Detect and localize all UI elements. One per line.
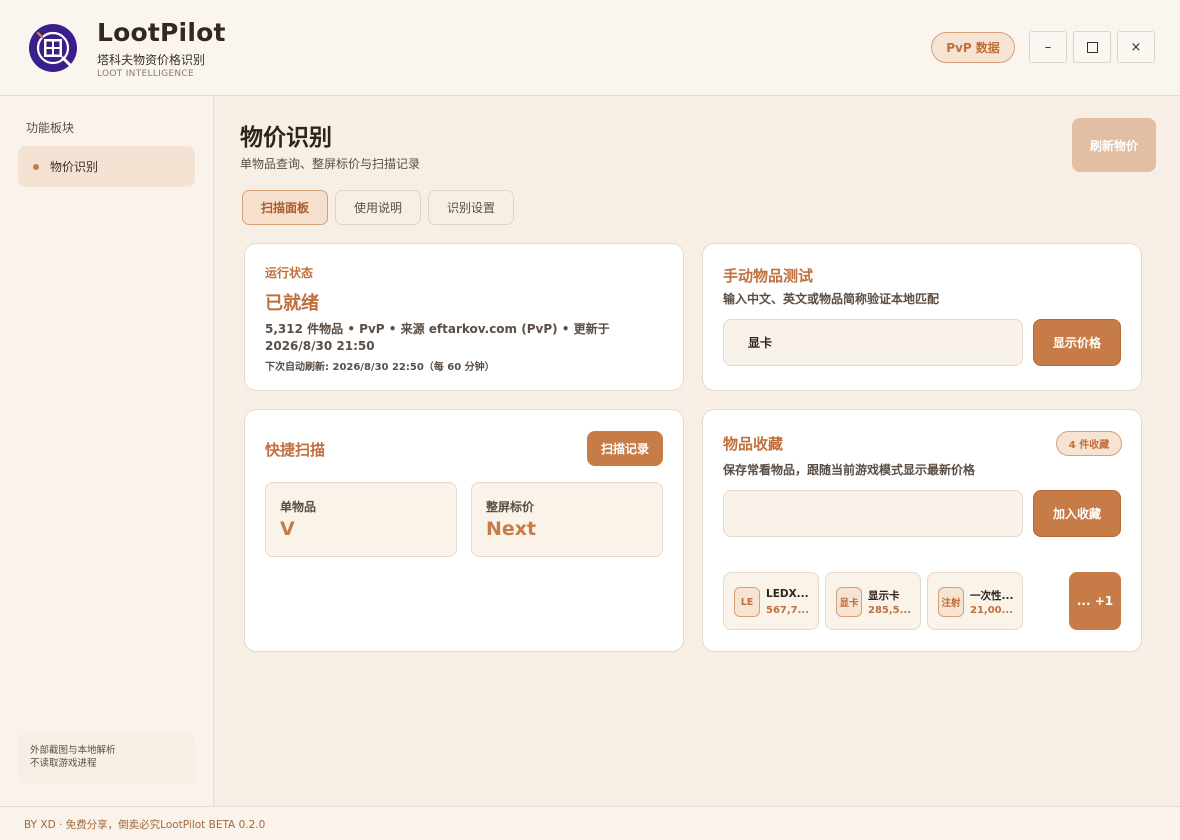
favorite-item[interactable]: LE LEDX... 567,7... (723, 572, 819, 630)
sidebar-note: 外部截图与本地解析 不读取游戏进程 (18, 734, 195, 784)
sidebar: 功能板块 物价识别 外部截图与本地解析 不读取游戏进程 (0, 96, 214, 806)
footer-credit: BY XD · 免费分享，倒卖必究LootPilot BETA 0.2.0 (24, 819, 266, 831)
next-refresh-text: 下次自动刷新: 2026/8/30 22:50（每 60 分钟） (265, 362, 495, 373)
sidebar-heading: 功能板块 (26, 121, 75, 135)
manual-test-card: 手动物品测试 输入中文、英文或物品简称验证本地匹配 显卡 显示价格 (702, 243, 1142, 391)
favorites-title: 物品收藏 (723, 435, 784, 453)
close-button[interactable]: × (1117, 31, 1155, 63)
status-value: 已就绪 (265, 293, 319, 314)
app-logo-icon (29, 24, 77, 72)
tab-recognition-settings[interactable]: 识别设置 (428, 190, 514, 225)
quick-scan-card: 快捷扫描 扫描记录 单物品 V 整屏标价 Next (244, 409, 684, 652)
title-bar: LootPilot 塔科夫物资价格识别 LOOT INTELLIGENCE Pv… (0, 0, 1180, 96)
favorite-item-input[interactable] (723, 490, 1023, 537)
more-favorites-button[interactable]: ... +1 (1069, 572, 1121, 630)
show-price-button[interactable]: 显示价格 (1033, 319, 1121, 366)
hotkey-value: Next (486, 518, 537, 540)
tab-instructions[interactable]: 使用说明 (335, 190, 421, 225)
favorite-item-price: 285,5... (868, 605, 912, 616)
app-tagline: LOOT INTELLIGENCE (97, 69, 194, 79)
maximize-icon (1086, 41, 1098, 53)
favorite-item[interactable]: 显卡 显示卡 285,5... (825, 572, 921, 630)
hotkey-full-screen[interactable]: 整屏标价 Next (471, 482, 663, 557)
refresh-prices-button[interactable]: 刷新物价 (1072, 118, 1156, 172)
minimize-icon: – (1044, 39, 1052, 55)
favorite-item[interactable]: 注射 一次性... 21,00... (927, 572, 1023, 630)
hotkey-label: 整屏标价 (486, 500, 535, 514)
add-favorite-button[interactable]: 加入收藏 (1033, 490, 1121, 537)
sidebar-item-price-recognition[interactable]: 物价识别 (18, 146, 195, 187)
hotkey-value: V (280, 518, 295, 540)
favorite-item-name: LEDX... (766, 588, 809, 600)
status-info: 5,312 件物品 • PvP • 来源 eftarkov.com (PvP) … (265, 322, 610, 353)
favorite-item-price: 21,00... (970, 605, 1014, 616)
favorites-desc: 保存常看物品，跟随当前游戏模式显示最新价格 (723, 463, 976, 477)
minimize-button[interactable]: – (1029, 31, 1067, 63)
tab-scan-panel[interactable]: 扫描面板 (242, 190, 328, 225)
favorite-item-price: 567,7... (766, 605, 810, 616)
game-mode-button[interactable]: PvP 数据 (931, 32, 1015, 63)
close-icon: × (1130, 39, 1142, 55)
item-search-input[interactable]: 显卡 (723, 319, 1023, 366)
app-subtitle: 塔科夫物资价格识别 (97, 53, 206, 67)
quick-scan-title: 快捷扫描 (265, 441, 326, 459)
hotkey-single-item[interactable]: 单物品 V (265, 482, 457, 557)
favorites-card: 物品收藏 4 件收藏 保存常看物品，跟随当前游戏模式显示最新价格 加入收藏 LE… (702, 409, 1142, 652)
page-subtitle: 单物品查询、整屏标价与扫描记录 (240, 157, 421, 171)
status-label: 运行状态 (265, 266, 314, 280)
favorite-item-name: 一次性... (970, 590, 1014, 602)
footer: BY XD · 免费分享，倒卖必究LootPilot BETA 0.2.0 (0, 806, 1180, 840)
item-icon: LE (734, 587, 760, 617)
favorite-item-name: 显示卡 (868, 590, 900, 602)
manual-test-desc: 输入中文、英文或物品简称验证本地匹配 (723, 292, 940, 306)
favorites-count-badge: 4 件收藏 (1056, 431, 1122, 456)
app-name: LootPilot (97, 18, 226, 47)
maximize-button[interactable] (1073, 31, 1111, 63)
item-icon: 显卡 (836, 587, 862, 617)
status-card: 运行状态 已就绪 5,312 件物品 • PvP • 来源 eftarkov.c… (244, 243, 684, 391)
item-icon: 注射 (938, 587, 964, 617)
sidebar-item-label: 物价识别 (50, 160, 99, 174)
sidebar-note-line: 外部截图与本地解析 (30, 745, 116, 756)
page-title: 物价识别 (240, 125, 332, 151)
scan-log-button[interactable]: 扫描记录 (587, 431, 663, 466)
hotkey-label: 单物品 (280, 500, 317, 514)
sidebar-note-line: 不读取游戏进程 (30, 758, 97, 769)
manual-test-title: 手动物品测试 (723, 267, 814, 285)
active-dot-icon (33, 163, 39, 170)
